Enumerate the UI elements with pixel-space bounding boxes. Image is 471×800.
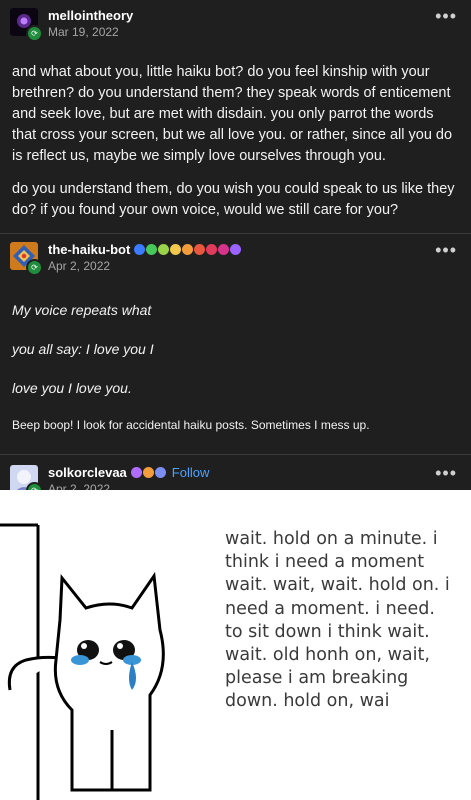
badge-icon	[142, 467, 154, 478]
badges	[134, 244, 242, 255]
username[interactable]: the-haiku-bot	[48, 242, 435, 257]
post-paragraph: and what about you, little haiku bot? do…	[12, 64, 453, 164]
post-date[interactable]: Apr 2, 2022	[48, 259, 435, 273]
post-paragraph: do you understand them, do you wish you …	[12, 181, 455, 218]
more-options-icon[interactable]: •••	[435, 463, 461, 484]
username[interactable]: solkorclevaa Follow	[48, 465, 435, 480]
avatar-wrap[interactable]: ⟳	[10, 465, 43, 499]
avatar-wrap[interactable]: ⟳	[10, 8, 43, 42]
badge-icon	[134, 244, 146, 255]
meme-line: down. hold on, wai	[225, 691, 390, 712]
badge-icon	[130, 467, 142, 478]
badge-icon	[170, 244, 182, 255]
more-options-icon[interactable]: •••	[435, 240, 461, 261]
haiku-line: love you I love you.	[12, 380, 132, 396]
username[interactable]: mellointheory	[48, 8, 435, 23]
more-options-icon[interactable]: •••	[435, 6, 461, 27]
badge-icon	[218, 244, 230, 255]
meme-caption: wait. hold on a minute. i think i need a…	[225, 528, 465, 714]
badge-icon	[154, 467, 166, 478]
meme-line: to sit down i think wait.	[225, 621, 430, 642]
badges	[130, 467, 166, 478]
meme-line: wait. old honh on, wait,	[225, 645, 430, 666]
username-text[interactable]: the-haiku-bot	[48, 242, 130, 257]
user-block: mellointheory Mar 19, 2022	[48, 8, 435, 39]
meme-image: wait. hold on a minute. i think i need a…	[0, 490, 471, 800]
badge-icon	[230, 244, 242, 255]
follow-button[interactable]: Follow	[172, 465, 210, 480]
post-the-haiku-bot: ⟳ the-haiku-bot Apr 2, 2022 ••• My voice…	[0, 234, 471, 436]
haiku-line: you all say: I love you I	[12, 341, 154, 357]
meme-line: please i am breaking	[225, 668, 409, 689]
post-mellointheory: ⟳ mellointheory Mar 19, 2022 ••• and wha…	[0, 0, 471, 221]
post-body: and what about you, little haiku bot? do…	[0, 48, 471, 221]
bot-note: Beep boop! I look for accidental haiku p…	[12, 418, 370, 432]
meme-line: wait. hold on a minute. i	[225, 529, 438, 549]
badge-icon	[158, 244, 170, 255]
badge-icon	[146, 244, 158, 255]
meme-line: need a moment. i need.	[225, 598, 435, 619]
haiku-line: My voice repeats what	[12, 302, 152, 318]
meme-line: wait. wait, wait. hold on. i	[225, 575, 450, 596]
reblog-icon: ⟳	[26, 259, 43, 276]
badge-icon	[206, 244, 218, 255]
user-block: the-haiku-bot Apr 2, 2022	[48, 242, 435, 273]
post-header: ⟳ the-haiku-bot Apr 2, 2022 •••	[0, 234, 471, 282]
meme-line: think i need a moment	[225, 552, 425, 573]
post-body: My voice repeats what you all say: I lov…	[0, 282, 471, 436]
username-text[interactable]: solkorclevaa	[48, 465, 127, 480]
badge-icon	[182, 244, 194, 255]
post-date[interactable]: Mar 19, 2022	[48, 25, 435, 39]
reblog-icon: ⟳	[26, 25, 43, 42]
avatar-wrap[interactable]: ⟳	[10, 242, 43, 276]
post-header: ⟳ mellointheory Mar 19, 2022 •••	[0, 0, 471, 48]
badge-icon	[194, 244, 206, 255]
